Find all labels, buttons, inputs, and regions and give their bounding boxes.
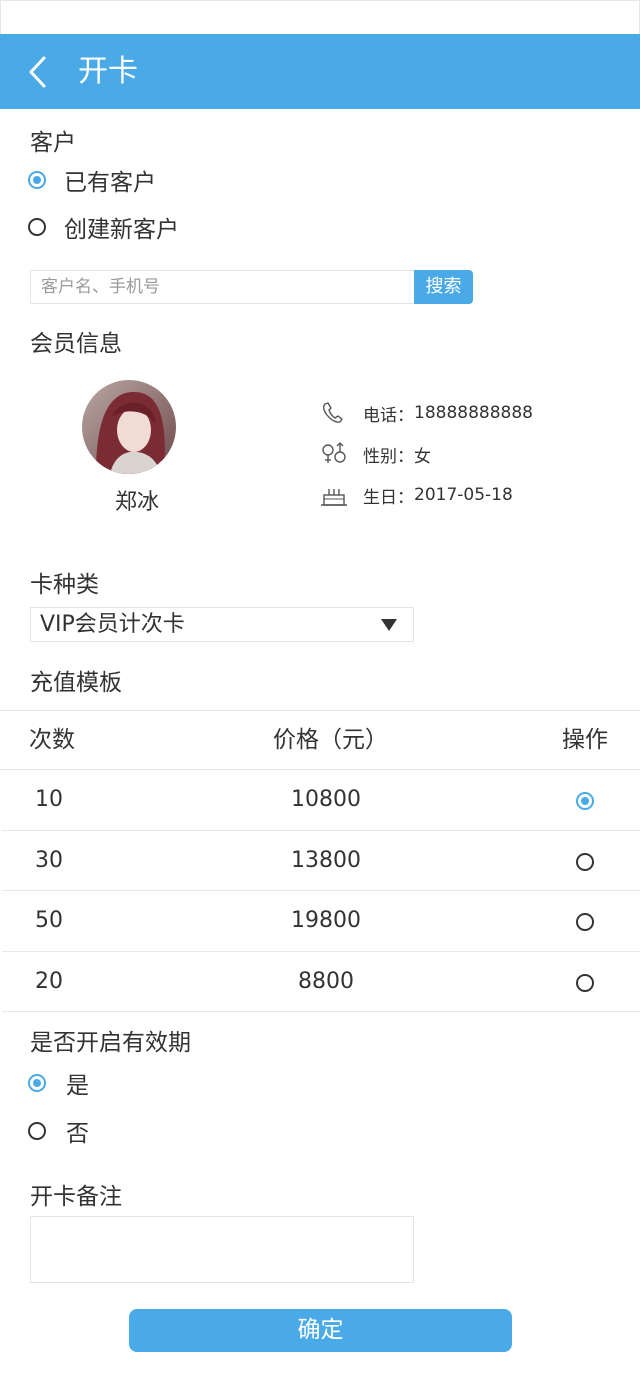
confirm-button[interactable]: 确定 [129,1309,512,1352]
validity-yes-radio[interactable]: 是 [28,1066,89,1100]
new-customer-radio[interactable]: 创建新客户 [28,210,179,244]
phone-label: 电话： [363,405,414,426]
radio-selected-icon [28,1074,46,1092]
table-row[interactable]: 30 13800 [2,831,640,891]
member-name: 郑冰 [114,490,159,515]
birthday-label: 生日： [363,487,414,508]
page-title: 开卡 [78,54,138,89]
recharge-template-label: 充值模板 [30,670,122,696]
row-count: 30 [35,847,63,873]
birthday-value: 2017-05-18 [414,485,513,505]
remark-label: 开卡备注 [30,1184,122,1210]
remark-textarea[interactable] [30,1216,414,1283]
row-price: 13800 [291,847,361,873]
row-count: 20 [35,968,63,994]
table-header: 次数 价格（元） 操作 [0,710,640,770]
row-select-radio[interactable] [576,973,594,992]
header-bar: 开卡 [0,34,640,109]
validity-yes-label: 是 [66,1073,89,1099]
row-count: 10 [35,787,63,812]
row-select-radio[interactable] [576,852,594,871]
table-row[interactable]: 10 10800 [2,770,640,831]
column-price: 价格（元） [273,727,388,753]
status-bar-area [0,0,640,34]
member-phone-row: 电话： 18888888888 [320,398,533,428]
table-row[interactable]: 50 19800 [2,891,640,952]
member-gender-row: 性别： 女 [320,439,431,469]
validity-no-label: 否 [66,1121,89,1147]
member-birthday-row: 生日： 2017-05-18 [320,480,513,510]
row-select-radio[interactable] [576,792,594,810]
member-info-label: 会员信息 [30,331,122,357]
row-price: 8800 [298,968,354,994]
recharge-table: 次数 价格（元） 操作 10 10800 30 13800 50 19800 2… [0,710,640,1012]
row-price: 10800 [291,787,361,812]
table-row[interactable]: 20 8800 [2,952,640,1012]
radio-selected-icon [28,171,46,189]
column-count: 次数 [29,727,75,753]
customer-search-input[interactable] [30,270,414,304]
gender-value: 女 [414,446,431,467]
row-price: 19800 [291,908,361,933]
avatar [82,380,176,474]
search-button[interactable]: 搜索 [414,270,473,304]
row-count: 50 [35,908,63,933]
back-button[interactable] [22,52,62,92]
row-select-radio[interactable] [576,913,594,931]
customer-label: 客户 [30,130,76,156]
phone-icon [322,402,343,423]
chevron-left-icon [29,56,46,88]
column-action: 操作 [562,727,608,753]
gender-label: 性别： [363,446,414,467]
gender-icon [322,442,346,463]
radio-unselected-icon [28,218,46,236]
radio-unselected-icon [28,1122,46,1140]
new-customer-label: 创建新客户 [64,217,179,243]
card-type-select[interactable]: VIP会员计次卡 [30,607,414,642]
existing-customer-label: 已有客户 [64,170,156,196]
card-type-label: 卡种类 [30,572,99,598]
existing-customer-radio[interactable]: 已有客户 [28,163,156,197]
validity-no-radio[interactable]: 否 [28,1114,89,1148]
cake-icon [321,489,347,506]
phone-value: 18888888888 [414,403,533,423]
dropdown-arrow-icon [381,619,397,631]
validity-label: 是否开启有效期 [30,1030,191,1056]
card-type-value: VIP会员计次卡 [40,612,185,637]
